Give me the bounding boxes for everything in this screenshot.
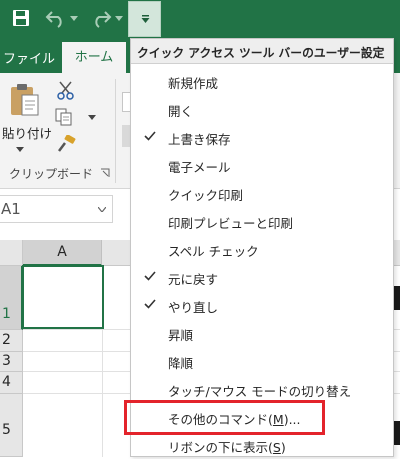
save-icon[interactable] xyxy=(12,9,30,27)
undo-icon[interactable] xyxy=(45,8,67,28)
cut-icon[interactable] xyxy=(57,81,74,100)
label-text: ) xyxy=(280,440,286,455)
menu-item-label: やり直し xyxy=(168,300,219,315)
dialog-launcher-icon[interactable] xyxy=(100,168,110,178)
menu-item-show-below-ribbon[interactable]: リボンの下に表示(S) xyxy=(131,431,393,459)
row-header-3[interactable]: 3 xyxy=(0,352,23,372)
customize-qat-menu: クイック アクセス ツール バーのユーザー設定 新規作成 開く 上書き保存 電子… xyxy=(130,38,394,457)
menu-item-redo[interactable]: やり直し xyxy=(131,291,393,319)
undo-dropdown-icon[interactable] xyxy=(70,16,78,21)
menu-item-label: 開く xyxy=(168,104,194,119)
menu-item-new[interactable]: 新規作成 xyxy=(131,67,393,95)
column-header-a[interactable]: A xyxy=(23,240,102,266)
name-box[interactable]: A1 xyxy=(0,195,113,223)
menu-item-label: 昇順 xyxy=(168,328,194,343)
menu-item-label: 印刷プレビューと印刷 xyxy=(168,216,294,231)
menu-item-label: 電子メール xyxy=(168,160,231,175)
paste-button-label[interactable]: 貼り付け xyxy=(2,123,52,142)
menu-title: クイック アクセス ツール バーのユーザー設定 xyxy=(137,46,385,60)
menu-item-spelling[interactable]: スペル チェック xyxy=(131,235,393,263)
menu-item-sort-ascending[interactable]: 昇順 xyxy=(131,319,393,347)
menu-item-quick-print[interactable]: クイック印刷 xyxy=(131,179,393,207)
menu-item-print-preview[interactable]: 印刷プレビューと印刷 xyxy=(131,207,393,235)
checkmark-icon xyxy=(144,299,156,309)
select-all-corner[interactable] xyxy=(0,240,23,266)
highlight-annotation-box xyxy=(124,400,325,435)
redo-dropdown-icon[interactable] xyxy=(115,16,123,21)
ribbon-group-separator xyxy=(115,79,116,183)
menu-header: クイック アクセス ツール バーのユーザー設定 xyxy=(131,39,393,64)
menu-item-label: 新規作成 xyxy=(168,76,219,91)
redo-icon[interactable] xyxy=(90,8,112,28)
copy-icon[interactable] xyxy=(55,108,72,126)
checkmark-icon xyxy=(144,271,156,281)
menu-item-label: クイック印刷 xyxy=(168,188,244,203)
menu-item-open[interactable]: 開く xyxy=(131,95,393,123)
customize-qat-button[interactable] xyxy=(128,1,161,37)
label-text: リボンの下に表示( xyxy=(168,440,273,455)
paste-dropdown-icon[interactable] xyxy=(16,147,24,152)
row-header-5[interactable]: 5 xyxy=(0,394,23,457)
name-box-value: A1 xyxy=(1,200,21,218)
chevron-down-icon[interactable] xyxy=(98,207,106,212)
checkmark-icon xyxy=(144,131,156,141)
tab-home[interactable]: ホーム xyxy=(62,42,126,73)
row-header-4[interactable]: 4 xyxy=(0,372,23,394)
menu-item-save[interactable]: 上書き保存 xyxy=(131,123,393,151)
menu-item-label: スペル チェック xyxy=(168,244,259,259)
menu-item-undo[interactable]: 元に戻す xyxy=(131,263,393,291)
menu-item-touch-mouse-mode[interactable]: タッチ/マウス モードの切り替え xyxy=(131,375,393,403)
clipboard-group-label: クリップボード xyxy=(9,167,94,181)
menu-item-label: 元に戻す xyxy=(168,272,219,287)
row-header-1[interactable]: 1 xyxy=(0,266,23,330)
row-header-2[interactable]: 2 xyxy=(0,330,23,352)
format-painter-icon[interactable] xyxy=(56,135,76,153)
paste-icon[interactable] xyxy=(10,83,40,117)
customize-qat-icon xyxy=(141,15,150,23)
tab-file[interactable]: ファイル xyxy=(3,48,55,67)
menu-item-label: リボンの下に表示(S) xyxy=(168,437,286,456)
title-bar xyxy=(0,0,400,38)
menu-item-sort-descending[interactable]: 降順 xyxy=(131,347,393,375)
menu-item-label: タッチ/マウス モードの切り替え xyxy=(168,384,352,399)
copy-dropdown-icon[interactable] xyxy=(88,115,96,120)
menu-item-label: 降順 xyxy=(168,356,194,371)
menu-item-email[interactable]: 電子メール xyxy=(131,151,393,179)
access-key: S xyxy=(272,440,281,455)
active-cell-a1[interactable] xyxy=(22,265,104,329)
menu-item-label: 上書き保存 xyxy=(168,132,231,147)
